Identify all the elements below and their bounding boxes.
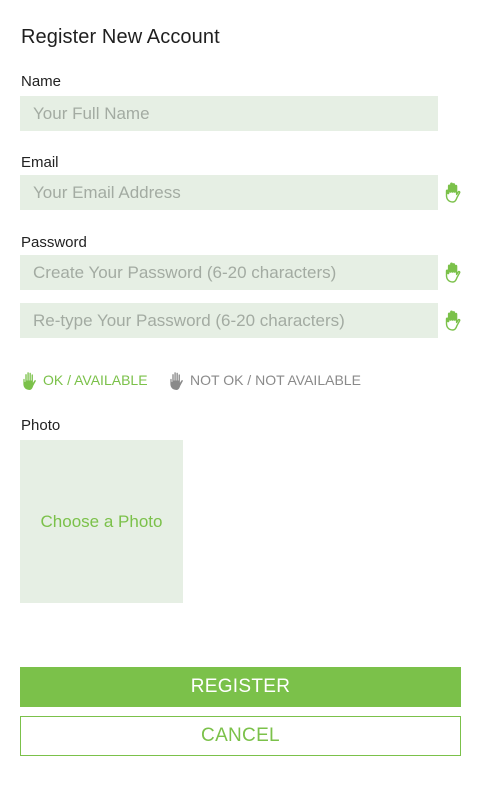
page-title: Register New Account <box>21 26 220 48</box>
email-input[interactable] <box>20 175 438 210</box>
password-confirm-input[interactable] <box>20 303 438 338</box>
legend-not-ok-label: NOT OK / NOT AVAILABLE <box>190 372 361 388</box>
photo-label: Photo <box>21 417 61 434</box>
hand-ok-icon <box>445 310 461 331</box>
hand-not-ok-icon <box>170 371 183 390</box>
hand-ok-icon <box>23 371 36 390</box>
legend-ok: OK / AVAILABLE <box>21 368 148 392</box>
choose-photo-button[interactable]: Choose a Photo <box>20 440 183 603</box>
register-button[interactable]: REGISTER <box>20 667 461 707</box>
password-label: Password <box>21 234 87 251</box>
name-label: Name <box>21 73 62 90</box>
hand-ok-icon <box>445 262 461 283</box>
cancel-button[interactable]: CANCEL <box>20 716 461 756</box>
choose-photo-label: Choose a Photo <box>40 511 163 531</box>
email-label: Email <box>21 154 59 171</box>
name-input[interactable] <box>20 96 438 131</box>
hand-ok-icon <box>445 182 461 203</box>
password-input[interactable] <box>20 255 438 290</box>
legend-ok-label: OK / AVAILABLE <box>43 372 148 388</box>
legend-not-ok: NOT OK / NOT AVAILABLE <box>168 368 361 392</box>
